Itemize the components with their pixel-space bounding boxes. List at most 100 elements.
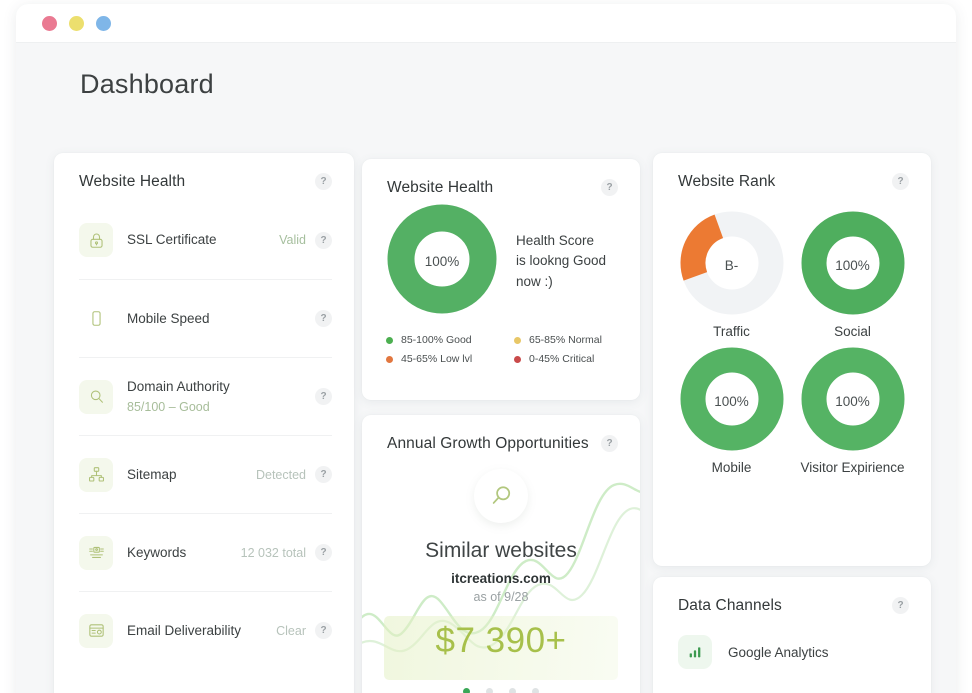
help-icon[interactable]: ?: [315, 388, 332, 405]
maximize-dot[interactable]: [96, 15, 111, 31]
rank-donut: B-: [678, 209, 786, 322]
health-metric-label: Domain Authority 85/100 – Good: [127, 378, 306, 415]
health-metric-sublabel: 85/100 – Good: [127, 399, 210, 414]
help-icon[interactable]: ?: [315, 231, 332, 249]
health-metric-value: Detected: [255, 467, 306, 482]
bar-chart-icon: [678, 635, 712, 669]
legend-color-dot: [514, 336, 521, 344]
mobile-icon: [79, 302, 113, 336]
growth-body: Similar websites itcreations.com as of 9…: [362, 453, 640, 683]
help-icon[interactable]: ?: [892, 173, 909, 190]
rank-label: Social: [834, 324, 871, 339]
minimize-dot[interactable]: [69, 15, 84, 31]
legend-color-dot: [514, 355, 521, 363]
keywords-icon: [79, 535, 113, 570]
screenshot-root: Dashboard Website Health ? SSL Certifica…: [0, 0, 972, 693]
card-header: Website Rank ?: [653, 153, 931, 191]
data-channel-list: Google Analytics Facebook: [653, 623, 931, 693]
rank-donut: 100%: [799, 345, 907, 458]
health-donut-value: 100%: [424, 254, 460, 269]
annual-growth-card: Annual Growth Opportunities ? Similar we…: [362, 415, 640, 693]
health-metric-row[interactable]: Mobile Speed?: [79, 279, 332, 357]
health-metric-label: Mobile Speed: [127, 310, 210, 326]
health-message-line-3: now :): [516, 273, 553, 289]
search-icon: [79, 379, 113, 414]
carousel-dot[interactable]: [532, 688, 539, 693]
card-title: Data Channels: [678, 597, 782, 614]
health-message-line-1: Health Score: [516, 233, 595, 249]
magnifier-icon-badge: [474, 469, 528, 523]
window-titlebar: [16, 4, 956, 43]
legend-label: 65-85% Normal: [529, 334, 602, 346]
data-channels-card: Data Channels ? Google Analytics Facebook: [653, 577, 931, 693]
health-metric-row[interactable]: Email Deliverability Clear?: [79, 591, 332, 669]
rank-donut-value: 100%: [835, 394, 870, 409]
health-score-chart: 100% Health Score is lookng Good now :): [362, 197, 640, 320]
legend-color-dot: [386, 355, 393, 363]
website-health-donut-card: Website Health ? 100% Health Score is lo…: [362, 159, 640, 400]
rank-donut: 100%: [799, 209, 907, 322]
data-channel-label: Google Analytics: [728, 644, 829, 660]
help-icon[interactable]: ?: [601, 435, 618, 452]
rank-label: Traffic: [713, 324, 750, 339]
sitemap-icon: [79, 457, 113, 492]
legend-item: 85-100% Good: [386, 334, 506, 346]
health-metric-value: Valid: [279, 233, 306, 247]
rank-item[interactable]: B- Traffic: [678, 209, 786, 339]
help-icon[interactable]: ?: [315, 544, 332, 561]
close-dot[interactable]: [42, 15, 57, 31]
help-icon[interactable]: ?: [315, 310, 332, 327]
magnifier-icon: [492, 486, 511, 504]
dashboard-viewport: Dashboard Website Health ? SSL Certifica…: [16, 43, 956, 693]
health-metric-row[interactable]: SSL Certificate Valid?: [79, 201, 332, 279]
health-message-line-2: is lookng Good: [516, 253, 607, 269]
data-channel-row[interactable]: Google Analytics: [653, 623, 931, 681]
email-icon: [79, 613, 113, 648]
carousel-dots[interactable]: [362, 688, 640, 693]
rank-item[interactable]: 100% Social: [799, 209, 907, 339]
rank-donut-grid: B- Traffic 100% Social 100% Mobile 100% Visitor…: [653, 191, 931, 475]
growth-heading: Similar websites: [425, 539, 577, 562]
health-metric-list: SSL Certificate Valid? Mobile Speed? Domain…: [54, 201, 354, 669]
card-title: Website Health: [79, 173, 186, 190]
website-health-list-card: Website Health ? SSL Certificate Valid? Mo…: [54, 153, 354, 693]
lock-icon: [79, 223, 113, 257]
legend-item: 45-65% Low lvl: [386, 353, 506, 365]
website-rank-card: Website Rank ? B- Traffic 100% Social 100% Mo…: [653, 153, 931, 566]
health-metric-label: SSL Certificate: [127, 232, 217, 248]
page-title: Dashboard: [80, 69, 214, 99]
carousel-dot[interactable]: [463, 688, 470, 693]
health-legend: 85-100% Good 65-85% Normal 45-65% Low lvl 0…: [362, 320, 640, 365]
rank-donut-value: B-: [724, 258, 739, 273]
carousel-dot[interactable]: [509, 688, 516, 693]
growth-site-name: itcreations.com: [451, 571, 551, 586]
rank-donut-value: 100%: [714, 394, 749, 409]
help-icon[interactable]: ?: [892, 597, 909, 614]
rank-item[interactable]: 100% Mobile: [678, 345, 786, 475]
help-icon[interactable]: ?: [601, 179, 618, 196]
data-channel-row[interactable]: Facebook: [653, 681, 931, 693]
rank-item[interactable]: 100% Visitor Expirience: [799, 345, 907, 475]
legend-label: 0-45% Critical: [529, 353, 595, 365]
growth-amount: $7 390+: [435, 621, 567, 660]
carousel-dot[interactable]: [486, 688, 493, 693]
health-metric-row[interactable]: Domain Authority 85/100 – Good?: [79, 357, 332, 435]
rank-donut: 100%: [678, 345, 786, 458]
card-header: Website Health ?: [362, 159, 640, 197]
rank-label: Visitor Expirience: [800, 460, 905, 475]
health-donut: 100%: [386, 203, 498, 320]
browser-window: Dashboard Website Health ? SSL Certifica…: [16, 4, 956, 693]
card-header: Data Channels ?: [653, 577, 931, 615]
help-icon[interactable]: ?: [315, 466, 332, 483]
help-icon[interactable]: ?: [315, 173, 332, 190]
health-metric-row[interactable]: Sitemap Detected?: [79, 435, 332, 513]
health-metric-label: Email Deliverability: [127, 622, 242, 638]
health-metric-value: 12 032 total: [240, 545, 306, 560]
rank-donut-value: 100%: [835, 258, 870, 273]
health-metric-row[interactable]: Keywords 12 032 total?: [79, 513, 332, 591]
legend-item: 65-85% Normal: [514, 334, 640, 346]
help-icon[interactable]: ?: [315, 622, 332, 639]
health-metric-label: Sitemap: [127, 466, 177, 482]
growth-date: as of 9/28: [473, 590, 529, 604]
card-title: Website Health: [387, 179, 494, 196]
